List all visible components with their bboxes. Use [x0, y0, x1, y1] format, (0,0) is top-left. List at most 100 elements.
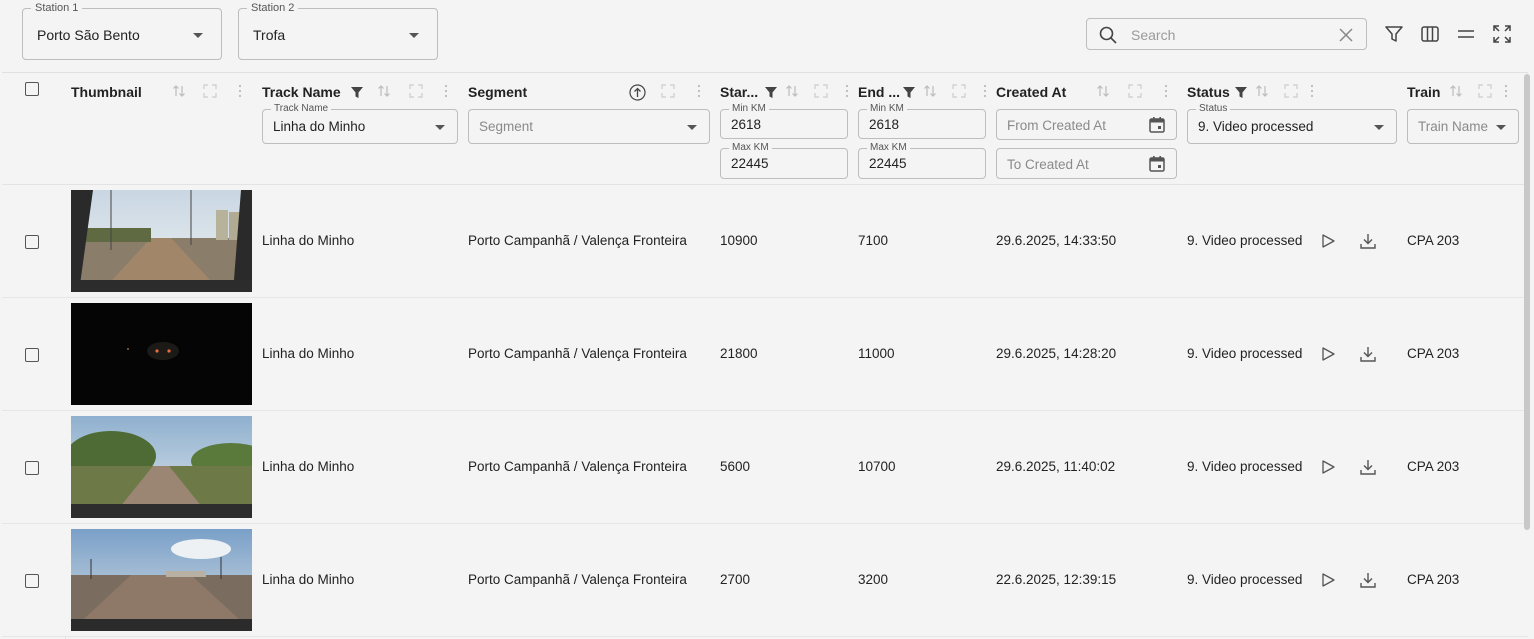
- resize-column-icon[interactable]: [814, 84, 828, 98]
- sort-icon[interactable]: [1255, 84, 1269, 98]
- download-icon[interactable]: [1359, 232, 1377, 250]
- play-icon[interactable]: [1320, 572, 1336, 588]
- active-filter-icon[interactable]: [1234, 86, 1248, 100]
- resize-column-icon[interactable]: [952, 84, 966, 98]
- video-thumbnail[interactable]: [71, 303, 252, 405]
- column-header-created-at[interactable]: Created At: [996, 84, 1066, 100]
- column-header-status[interactable]: Status: [1187, 84, 1230, 100]
- table-row[interactable]: Linha do Minho Porto Campanhã / Valença …: [2, 298, 1528, 411]
- active-filter-icon[interactable]: [764, 86, 778, 100]
- select-all-checkbox[interactable]: [25, 82, 39, 96]
- status-cell: 9. Video processed: [1187, 572, 1303, 587]
- train-cell: CPA 203: [1407, 572, 1460, 587]
- chevron-down-icon: [1374, 125, 1384, 130]
- resize-column-icon[interactable]: [409, 84, 423, 98]
- segment-filter-placeholder: Segment: [479, 119, 534, 134]
- row-checkbox[interactable]: [25, 574, 39, 588]
- station2-select[interactable]: Station 2 Trofa: [238, 2, 438, 60]
- video-thumbnail[interactable]: [71, 190, 252, 292]
- column-header-start[interactable]: Star...: [720, 84, 758, 100]
- train-filter-select[interactable]: Train Name: [1407, 109, 1519, 144]
- row-checkbox[interactable]: [25, 348, 39, 362]
- column-menu-icon[interactable]: [1499, 84, 1513, 98]
- download-icon[interactable]: [1359, 345, 1377, 363]
- start-cell: 10900: [720, 233, 758, 248]
- start-max-km-field[interactable]: Max KM 22445: [720, 142, 848, 179]
- created-to-date-field[interactable]: To Created At: [996, 148, 1177, 179]
- column-header-end[interactable]: End ...: [858, 84, 900, 100]
- active-filter-icon[interactable]: [350, 86, 364, 100]
- active-filter-icon[interactable]: [902, 86, 916, 100]
- resize-column-icon[interactable]: [1284, 84, 1298, 98]
- download-icon[interactable]: [1359, 571, 1377, 589]
- segment-filter-select[interactable]: Segment: [468, 109, 710, 144]
- play-icon[interactable]: [1320, 346, 1336, 362]
- column-menu-icon[interactable]: [1305, 84, 1319, 98]
- start-min-km-field[interactable]: Min KM 2618: [720, 103, 848, 139]
- table-row[interactable]: Linha do Minho Porto Campanhã / Valença …: [2, 185, 1528, 298]
- calendar-icon[interactable]: [1148, 155, 1166, 173]
- download-icon[interactable]: [1359, 458, 1377, 476]
- search-box: [1086, 18, 1367, 50]
- resize-column-icon[interactable]: [1478, 84, 1492, 98]
- station2-label: Station 2: [247, 2, 299, 14]
- end-min-km-field[interactable]: Min KM 2618: [858, 103, 986, 139]
- resize-column-icon[interactable]: [1128, 84, 1142, 98]
- vertical-scrollbar[interactable]: [1524, 74, 1530, 530]
- created-from-date-field[interactable]: From Created At: [996, 109, 1177, 140]
- column-header-segment[interactable]: Segment: [468, 84, 527, 100]
- status-cell: 9. Video processed: [1187, 346, 1303, 361]
- column-menu-icon[interactable]: [692, 84, 706, 98]
- columns-icon[interactable]: [1420, 24, 1440, 44]
- search-input[interactable]: [1131, 25, 1331, 45]
- chevron-down-icon: [687, 125, 697, 130]
- track-name-cell: Linha do Minho: [262, 346, 355, 361]
- start-cell: 5600: [720, 459, 751, 474]
- calendar-icon[interactable]: [1148, 116, 1166, 134]
- station1-select[interactable]: Station 1 Porto São Bento: [22, 2, 222, 60]
- table-row[interactable]: Linha do Minho Porto Campanhã / Valença …: [2, 411, 1528, 524]
- column-menu-icon[interactable]: [439, 84, 453, 98]
- clear-search-icon[interactable]: [1339, 28, 1353, 42]
- play-icon[interactable]: [1320, 233, 1336, 249]
- start-max-value: 22445: [731, 156, 769, 171]
- segment-cell: Porto Campanhã / Valença Fronteira: [468, 346, 687, 361]
- column-menu-icon[interactable]: [978, 84, 992, 98]
- sort-icon[interactable]: [785, 84, 799, 98]
- sort-icon[interactable]: [1096, 84, 1110, 98]
- station1-value: Porto São Bento: [37, 27, 140, 43]
- column-menu-icon[interactable]: [1159, 84, 1173, 98]
- chevron-down-icon: [193, 33, 203, 38]
- column-header-train[interactable]: Train: [1407, 84, 1440, 100]
- video-thumbnail[interactable]: [71, 529, 252, 631]
- video-thumbnail[interactable]: [71, 416, 252, 518]
- fullscreen-icon[interactable]: [1492, 24, 1512, 44]
- train-cell: CPA 203: [1407, 233, 1460, 248]
- resize-column-icon[interactable]: [661, 84, 675, 98]
- column-menu-icon[interactable]: [233, 84, 247, 98]
- filter-icon[interactable]: [1384, 24, 1404, 44]
- sort-icon[interactable]: [377, 84, 391, 98]
- status-filter-select[interactable]: Status 9. Video processed: [1187, 103, 1397, 144]
- column-header-track-name[interactable]: Track Name: [262, 84, 341, 100]
- sort-icon[interactable]: [1449, 84, 1463, 98]
- density-icon[interactable]: [1456, 24, 1476, 44]
- column-header-thumbnail[interactable]: Thumbnail: [71, 84, 142, 100]
- resize-column-icon[interactable]: [203, 84, 217, 98]
- track-name-filter-select[interactable]: Track Name Linha do Minho: [262, 103, 458, 144]
- sort-ascending-icon[interactable]: [629, 84, 646, 101]
- play-icon[interactable]: [1320, 459, 1336, 475]
- created-at-cell: 29.6.2025, 14:28:20: [996, 346, 1117, 361]
- track-name-filter-label: Track Name: [271, 103, 332, 114]
- sort-icon[interactable]: [172, 84, 186, 98]
- sort-icon[interactable]: [923, 84, 937, 98]
- row-checkbox[interactable]: [25, 461, 39, 475]
- row-checkbox[interactable]: [25, 235, 39, 249]
- end-max-km-field[interactable]: Max KM 22445: [858, 142, 986, 179]
- start-cell: 2700: [720, 572, 751, 587]
- station2-value: Trofa: [253, 27, 286, 43]
- segment-cell: Porto Campanhã / Valença Fronteira: [468, 572, 687, 587]
- data-grid: Thumbnail Track Name Track Name Linha do…: [2, 72, 1528, 639]
- column-menu-icon[interactable]: [840, 84, 854, 98]
- table-row[interactable]: Linha do Minho Porto Campanhã / Valença …: [2, 524, 1528, 637]
